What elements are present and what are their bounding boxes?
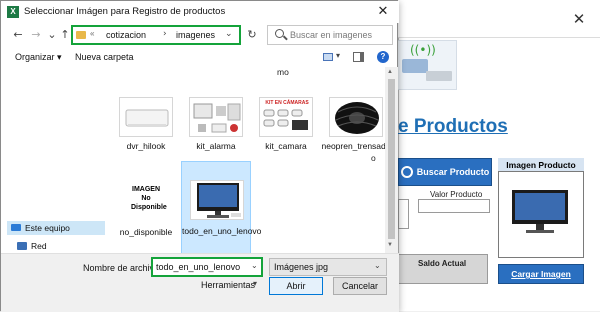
search-product-button[interactable]: Buscar Producto [398, 158, 492, 186]
file-item-kit-camara[interactable]: KIT EN CÁMARAS kit_camara [251, 93, 321, 197]
dialog-titlebar: X Seleccionar Imágen para Registro de pr… [1, 1, 399, 23]
preview-pane-icon[interactable] [353, 52, 364, 62]
dialog-toolbar: Organizar ▾ Nueva carpeta ▾ ? [1, 49, 399, 67]
recent-locations-dropdown-icon[interactable]: ⌄ [45, 27, 59, 43]
close-icon[interactable]: ✕ [373, 4, 393, 20]
file-thumbnail [329, 97, 383, 137]
background-titlebar: ✕ [398, 0, 600, 38]
file-name: dvr_hilook [126, 141, 166, 151]
tools-dropdown-icon[interactable]: ▾ [253, 279, 257, 288]
file-thumbnail [189, 97, 243, 137]
thumbnail-caption: KIT EN CÁMARAS [265, 99, 309, 106]
nav-item-label: Este equipo [25, 223, 70, 233]
tools-menu-button[interactable]: Herramientas [201, 280, 255, 290]
folder-icon [76, 31, 86, 39]
previous-file-name-fragment: mo [277, 67, 289, 77]
breadcrumb-chevron-icon[interactable]: › [163, 29, 167, 39]
file-name: kit_alarma [196, 141, 236, 151]
company-logo: ((•)) [395, 40, 457, 90]
dvr-icon [426, 71, 452, 81]
file-thumbnail: KIT EN CÁMARAS [259, 97, 313, 137]
breadcrumb-imagenes[interactable]: imagenes [176, 30, 215, 40]
file-name: kit_camara [265, 141, 307, 151]
up-folder-icon[interactable]: ↑ [58, 27, 72, 43]
product-image-title: Imagen Producto [498, 158, 584, 172]
search-icon [275, 29, 284, 38]
file-name-label: Nombre de archivo: [83, 263, 162, 273]
file-item-todo-en-uno-lenovo[interactable]: todo_en_uno_lenovo [181, 161, 262, 265]
file-type-value: Imágenes jpg [274, 262, 329, 272]
excel-icon: X [7, 6, 19, 18]
thumbnail-caption: IMAGEN No Disponible [131, 186, 167, 211]
background-close-icon[interactable]: ✕ [564, 6, 594, 32]
file-name: no_disponible [119, 227, 173, 237]
file-name: neopren_trensado [321, 141, 391, 151]
organize-menu-button[interactable]: Organizar ▾ [15, 52, 62, 63]
help-icon[interactable]: ? [377, 51, 389, 63]
breadcrumb-overflow[interactable]: « [90, 29, 94, 38]
open-button[interactable]: Abrir [269, 277, 323, 295]
back-arrow-icon[interactable]: ← [11, 27, 25, 43]
file-name-value: todo_en_uno_lenovo [156, 262, 241, 272]
valor-producto-label: Valor Producto [430, 190, 483, 199]
magnifier-icon [400, 166, 413, 178]
product-field-partial[interactable] [398, 199, 409, 229]
file-type-select[interactable]: Imágenes jpg ⌄ [269, 258, 387, 276]
breadcrumb-cotizacion[interactable]: cotizacion [106, 30, 146, 40]
vertical-scrollbar[interactable]: ▲ ▼ [385, 67, 398, 253]
file-thumbnail [190, 180, 244, 220]
form-heading: e Productos [398, 116, 508, 137]
file-name-dropdown-icon[interactable]: ⌄ [251, 261, 258, 270]
scrollbar-thumb[interactable] [388, 79, 395, 239]
nav-item-label: Red [31, 241, 47, 251]
address-dropdown-icon[interactable]: ⌄ [225, 29, 233, 39]
search-product-label: Buscar Producto [416, 167, 490, 177]
file-open-dialog: X Seleccionar Imágen para Registro de pr… [0, 0, 399, 312]
saldo-actual-label: Saldo Actual [418, 259, 467, 268]
wifi-icon: ((•)) [410, 43, 436, 57]
file-name: todo_en_uno_lenovo [182, 226, 262, 236]
product-image-all-in-one-pc [512, 190, 568, 233]
search-input[interactable]: Buscar en imagenes [267, 25, 393, 45]
view-mode-icon[interactable] [323, 53, 333, 61]
computer-icon [11, 224, 21, 231]
refresh-icon[interactable]: ↻ [244, 27, 260, 43]
cancel-button[interactable]: Cancelar [333, 277, 387, 295]
valor-producto-field[interactable] [418, 199, 490, 213]
file-list: mo dvr_hilook kit_alarma KIT EN CÁMARAS [105, 67, 391, 265]
file-type-dropdown-icon: ⌄ [374, 261, 381, 270]
scroll-down-icon[interactable]: ▼ [387, 242, 393, 248]
nav-item-este-equipo[interactable]: Este equipo [7, 221, 105, 235]
search-placeholder: Buscar en imagenes [290, 30, 373, 40]
file-thumbnail: IMAGEN No Disponible [119, 183, 173, 223]
camera-icon [402, 59, 428, 73]
file-item-neopren-trensado[interactable]: neopren_trensado [321, 93, 391, 197]
new-folder-button[interactable]: Nueva carpeta [75, 52, 134, 62]
nav-item-red[interactable]: Red [7, 239, 105, 253]
navigation-pane: Este equipo Red [1, 67, 105, 253]
load-image-button[interactable]: Cargar Imagen [498, 264, 584, 284]
view-mode-dropdown-icon[interactable]: ▾ [336, 51, 340, 60]
file-thumbnail [119, 97, 173, 137]
scroll-up-icon[interactable]: ▲ [387, 69, 393, 75]
file-name-overflow-fragment: o [371, 153, 376, 163]
forward-arrow-icon[interactable]: → [29, 27, 43, 43]
dialog-title: Seleccionar Imágen para Registro de prod… [24, 6, 226, 17]
address-bar[interactable]: « cotizacion › imagenes ⌄ [71, 25, 241, 45]
network-icon [17, 242, 27, 250]
file-name-input[interactable]: todo_en_uno_lenovo ⌄ [151, 257, 263, 277]
